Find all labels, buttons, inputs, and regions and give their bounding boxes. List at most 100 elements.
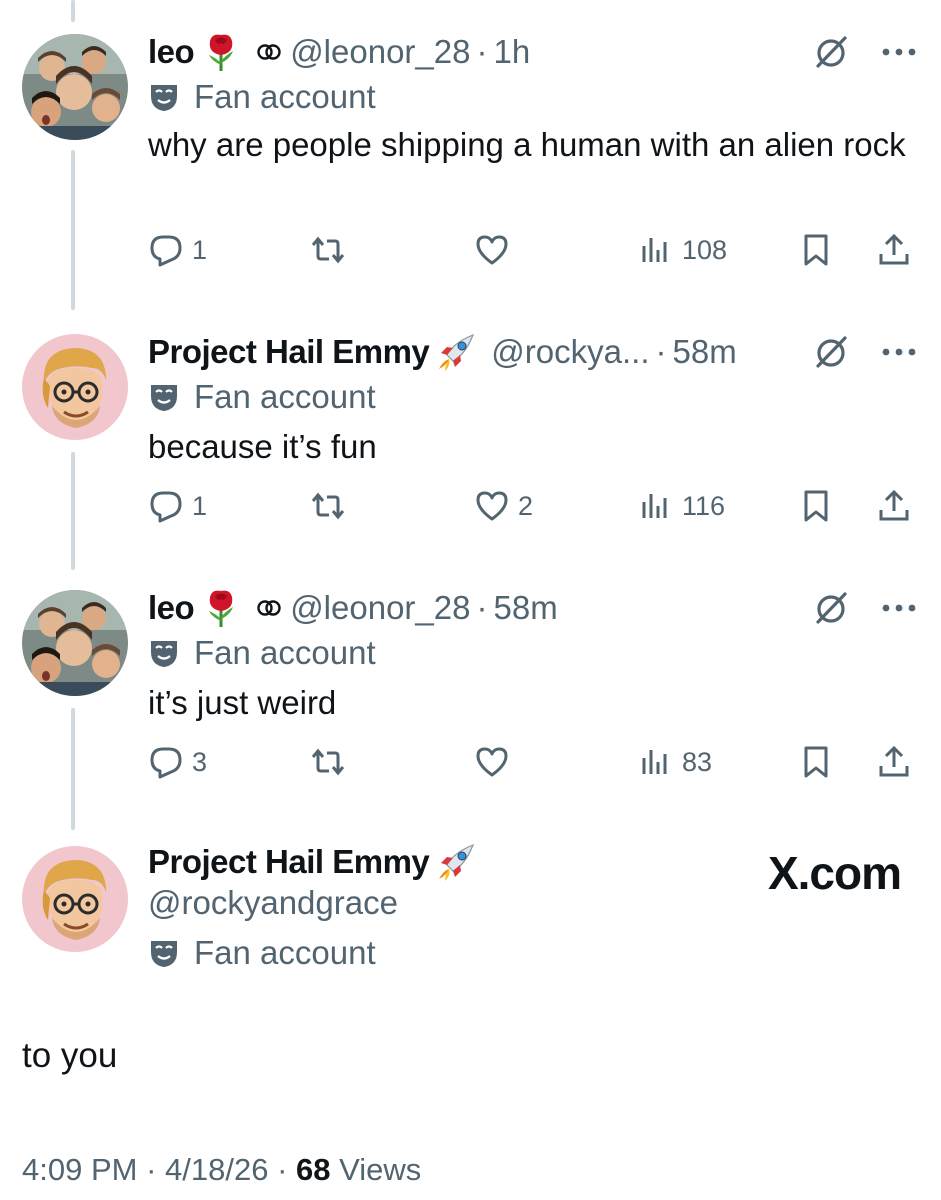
separator: · bbox=[476, 33, 488, 70]
retweet-icon bbox=[311, 236, 345, 264]
avatar[interactable] bbox=[22, 34, 128, 140]
post-time[interactable]: 4:09 PM bbox=[22, 1152, 137, 1187]
timestamp[interactable]: 58m bbox=[493, 589, 557, 627]
tweet-meta: 4:09 PM · 4/18/26 · 68 Views bbox=[22, 1152, 421, 1188]
tweet-top-icons bbox=[811, 588, 917, 628]
share-button[interactable] bbox=[876, 488, 912, 524]
more-icon[interactable] bbox=[881, 347, 917, 357]
avatar[interactable] bbox=[22, 334, 128, 440]
retweet-button[interactable] bbox=[310, 744, 354, 780]
views-count: 83 bbox=[682, 746, 713, 777]
tweet-actions: 1 2 116 bbox=[148, 488, 917, 528]
like-button[interactable]: 2 bbox=[474, 488, 533, 524]
rose-emoji bbox=[200, 587, 242, 629]
retweet-button[interactable] bbox=[310, 488, 354, 524]
timestamp[interactable]: 58m bbox=[672, 333, 736, 371]
fan-mask-icon bbox=[151, 641, 177, 667]
thread-line bbox=[71, 0, 75, 22]
handle[interactable]: @leonor_28 bbox=[290, 589, 470, 627]
separator: · bbox=[146, 1152, 157, 1187]
retweet-icon bbox=[311, 492, 345, 520]
rings-icon bbox=[256, 43, 282, 61]
bookmark-button[interactable] bbox=[798, 232, 834, 268]
views-icon bbox=[642, 238, 667, 262]
fan-account-label: Fan account bbox=[148, 934, 376, 972]
tweet-text: why are people shipping a human with an … bbox=[148, 126, 906, 163]
reply-button[interactable]: 3 bbox=[148, 744, 207, 780]
like-icon bbox=[476, 491, 508, 521]
thread-line bbox=[71, 708, 75, 830]
reply-count: 1 bbox=[192, 234, 208, 265]
display-name[interactable]: Project Hail Emmy bbox=[148, 843, 430, 881]
like-button[interactable] bbox=[474, 744, 518, 780]
fan-account-label: Fan account bbox=[148, 634, 376, 672]
fan-account-text: Fan account bbox=[194, 78, 376, 115]
grok-icon[interactable] bbox=[811, 332, 851, 372]
fan-mask-icon bbox=[151, 941, 177, 967]
reply-count: 1 bbox=[192, 490, 208, 521]
views-count: 116 bbox=[682, 490, 726, 521]
separator: · bbox=[655, 333, 667, 370]
more-icon[interactable] bbox=[881, 47, 917, 57]
thread-line bbox=[71, 452, 75, 570]
reply-icon bbox=[150, 235, 182, 267]
share-button[interactable] bbox=[876, 232, 912, 268]
share-icon bbox=[879, 745, 909, 777]
rocket-emoji bbox=[435, 841, 477, 883]
bookmark-button[interactable] bbox=[798, 744, 834, 780]
timestamp[interactable]: 1h bbox=[493, 33, 530, 71]
tweet-top-icons bbox=[811, 332, 917, 372]
reply-icon bbox=[150, 747, 182, 779]
bookmark-icon bbox=[804, 234, 828, 266]
tweet-actions: 1 108 bbox=[148, 232, 917, 272]
handle-text: @rockyandgrace bbox=[148, 884, 398, 921]
reply-count: 3 bbox=[192, 746, 208, 777]
reply-button[interactable]: 1 bbox=[148, 232, 207, 268]
grok-icon[interactable] bbox=[811, 588, 851, 628]
like-icon bbox=[476, 747, 508, 777]
share-icon bbox=[879, 489, 909, 521]
views-label: Views bbox=[339, 1152, 422, 1187]
bookmark-icon bbox=[804, 746, 828, 778]
views-button[interactable]: 83 bbox=[638, 744, 712, 780]
grok-icon[interactable] bbox=[811, 32, 851, 72]
views-count: 108 bbox=[682, 234, 728, 265]
avatar[interactable] bbox=[22, 590, 128, 696]
share-icon bbox=[879, 233, 909, 265]
display-name[interactable]: leo bbox=[148, 33, 195, 71]
bookmark-button[interactable] bbox=[798, 488, 834, 524]
display-name[interactable]: Project Hail Emmy bbox=[148, 333, 430, 371]
fan-account-text: Fan account bbox=[194, 934, 376, 971]
views-icon bbox=[642, 750, 667, 774]
more-icon[interactable] bbox=[881, 603, 917, 613]
handle[interactable]: @rockya... bbox=[491, 333, 649, 371]
views-icon bbox=[642, 494, 667, 518]
like-count: 2 bbox=[518, 490, 534, 521]
main-tweet-text: to you bbox=[22, 1036, 118, 1075]
tweet-header: leo @leonor_28 · 1h bbox=[148, 30, 530, 74]
views-button[interactable]: 116 bbox=[638, 488, 725, 524]
handle[interactable]: @rockyandgrace bbox=[148, 884, 398, 922]
reply-icon bbox=[150, 491, 182, 523]
tweet-actions: 3 83 bbox=[148, 744, 917, 784]
rocket-emoji bbox=[435, 331, 477, 373]
tweet-text: it’s just weird bbox=[148, 684, 337, 721]
rose-emoji bbox=[200, 31, 242, 73]
fan-account-text: Fan account bbox=[194, 634, 376, 671]
tweet-header: leo @leonor_28 · 58m bbox=[148, 586, 558, 630]
avatar[interactable] bbox=[22, 846, 128, 952]
fan-mask-icon bbox=[151, 85, 177, 111]
display-name[interactable]: leo bbox=[148, 589, 195, 627]
retweet-button[interactable] bbox=[310, 232, 354, 268]
post-date[interactable]: 4/18/26 bbox=[165, 1152, 268, 1187]
x-com-watermark: X.com bbox=[767, 847, 902, 899]
separator: · bbox=[476, 589, 488, 626]
share-button[interactable] bbox=[876, 744, 912, 780]
like-button[interactable] bbox=[474, 232, 518, 268]
tweet-header: Project Hail Emmy bbox=[148, 840, 477, 884]
handle[interactable]: @leonor_28 bbox=[290, 33, 470, 71]
retweet-icon bbox=[311, 748, 345, 776]
reply-button[interactable]: 1 bbox=[148, 488, 207, 524]
tweet-text: because it’s fun bbox=[148, 428, 377, 465]
views-button[interactable]: 108 bbox=[638, 232, 727, 268]
